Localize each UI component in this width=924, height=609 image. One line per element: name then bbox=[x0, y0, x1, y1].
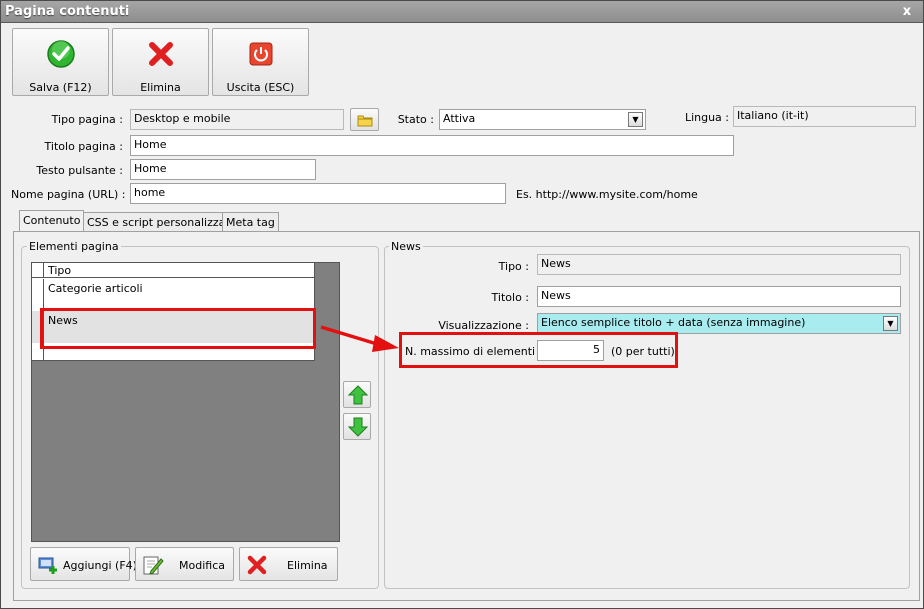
tab-meta-tag[interactable]: Meta tag bbox=[222, 212, 279, 232]
delete-button[interactable]: Elimina bbox=[112, 28, 209, 96]
edit-element-button[interactable]: Modifica bbox=[135, 547, 234, 581]
move-down-button[interactable] bbox=[343, 413, 371, 440]
chevron-down-icon[interactable]: ▼ bbox=[628, 112, 643, 127]
url-example: Es. http://www.mysite.com/home bbox=[516, 188, 698, 201]
detail-type-label: Tipo : bbox=[498, 260, 529, 273]
row-selector[interactable] bbox=[32, 279, 44, 311]
edit-element-label: Modifica bbox=[179, 559, 225, 572]
exit-button[interactable]: Uscita (ESC) bbox=[212, 28, 309, 96]
table-row[interactable]: Categorie articoli bbox=[32, 279, 314, 311]
highlight-box-max-elements bbox=[399, 332, 678, 368]
annotation-arrow-icon bbox=[320, 325, 399, 352]
edit-pencil-icon bbox=[143, 556, 164, 575]
close-button[interactable]: x bbox=[901, 5, 913, 18]
add-element-icon bbox=[38, 557, 57, 574]
display-mode-select[interactable]: Elenco semplice titolo + data (senza imm… bbox=[537, 313, 901, 334]
red-x-icon bbox=[247, 555, 267, 575]
add-element-label: Aggiungi (F4) bbox=[63, 559, 137, 572]
display-mode-label: Visualizzazione : bbox=[438, 319, 529, 332]
green-down-arrow-icon bbox=[348, 417, 368, 437]
tab-css-script[interactable]: CSS e script personalizzati bbox=[83, 212, 237, 232]
page-name-input[interactable]: home bbox=[130, 183, 506, 204]
page-type-label: Tipo pagina : bbox=[51, 113, 123, 126]
news-group-title: News bbox=[389, 240, 423, 253]
display-mode-value: Elenco semplice titolo + data (senza imm… bbox=[541, 316, 806, 329]
add-element-button[interactable]: Aggiungi (F4) bbox=[30, 547, 137, 581]
tab-contenuto[interactable]: Contenuto bbox=[19, 210, 85, 232]
delete-element-button[interactable]: Elimina bbox=[239, 547, 338, 581]
button-text-input[interactable]: Home bbox=[130, 159, 316, 180]
green-up-arrow-icon bbox=[348, 385, 368, 405]
page-title-label: Titolo pagina : bbox=[44, 140, 123, 153]
grid-header: Tipo bbox=[32, 263, 314, 278]
red-x-icon bbox=[149, 42, 173, 66]
detail-type-field: News bbox=[537, 254, 901, 275]
page-title-input[interactable]: Home bbox=[130, 135, 734, 156]
save-button[interactable]: Salva (F12) bbox=[12, 28, 109, 96]
content-page-window: Pagina contenuti x Salva (F12) Elimina U… bbox=[0, 0, 924, 609]
column-header-tipo[interactable]: Tipo bbox=[48, 264, 71, 277]
title-bar[interactable]: Pagina contenuti x bbox=[1, 1, 923, 23]
power-icon bbox=[249, 42, 273, 66]
move-up-button[interactable] bbox=[343, 381, 371, 408]
exit-button-label: Uscita (ESC) bbox=[226, 81, 295, 94]
row-cell-tipo: Categorie articoli bbox=[48, 282, 143, 295]
detail-title-label: Titolo : bbox=[491, 291, 529, 304]
status-select-value: Attiva bbox=[443, 112, 476, 125]
page-type-browse-button[interactable] bbox=[350, 108, 379, 131]
save-button-label: Salva (F12) bbox=[29, 81, 92, 94]
highlight-box-news-row bbox=[40, 308, 316, 349]
row-selector-header bbox=[32, 263, 44, 278]
detail-title-input[interactable]: News bbox=[537, 286, 901, 307]
chevron-down-icon[interactable]: ▼ bbox=[883, 316, 898, 331]
status-label: Stato : bbox=[397, 113, 434, 126]
delete-button-label: Elimina bbox=[140, 81, 181, 94]
window-title: Pagina contenuti bbox=[5, 4, 130, 19]
status-select[interactable]: Attiva ▼ bbox=[439, 109, 646, 130]
elements-grid[interactable]: Tipo Categorie articoli News bbox=[31, 262, 340, 542]
page-name-label: Nome pagina (URL) : bbox=[11, 188, 126, 201]
folder-icon bbox=[357, 115, 373, 127]
delete-element-label: Elimina bbox=[287, 559, 328, 572]
page-type-field: Desktop e mobile bbox=[130, 109, 344, 130]
button-text-label: Testo pulsante : bbox=[36, 164, 123, 177]
elements-group-title: Elementi pagina bbox=[27, 240, 121, 253]
language-label: Lingua : bbox=[684, 111, 729, 124]
check-circle-icon bbox=[47, 40, 75, 68]
language-field: Italiano (it-it) bbox=[733, 106, 916, 127]
